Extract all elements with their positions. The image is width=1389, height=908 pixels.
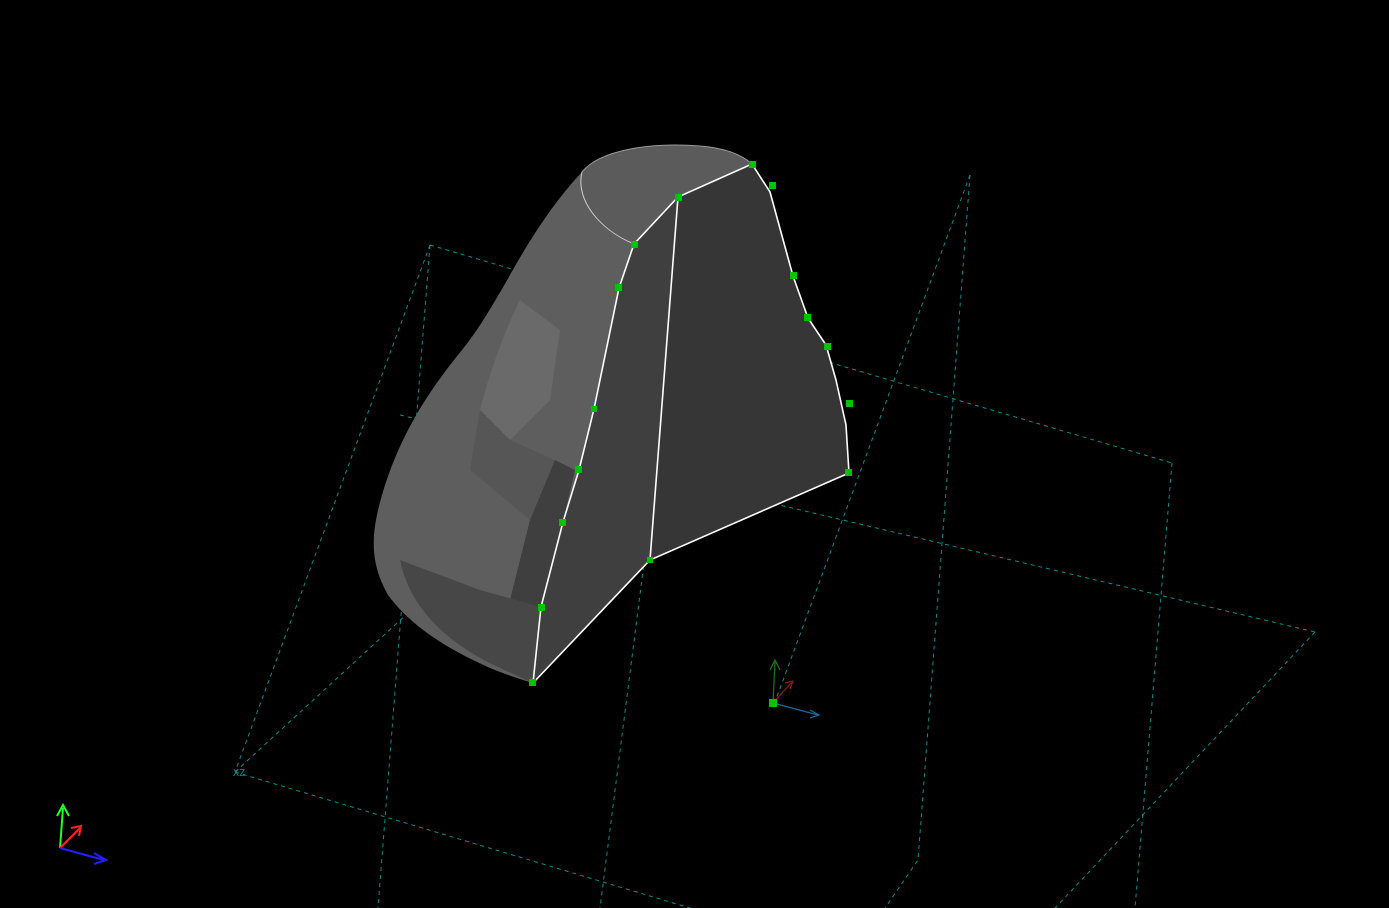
vertex[interactable] [538,604,545,611]
vertex[interactable] [575,466,582,473]
grid-plane-label: XZ [233,768,245,779]
vertex[interactable] [804,314,811,321]
view-axis-triad-icon [56,802,109,865]
vertex[interactable] [615,284,622,291]
3d-viewport[interactable]: XZ [0,0,1389,908]
pivot-gizmo-icon[interactable] [769,658,821,719]
vertex[interactable] [846,400,853,407]
scene-canvas[interactable]: XZ [0,0,1389,908]
vertex[interactable] [769,182,776,189]
vertex[interactable] [647,557,653,563]
vertex[interactable] [529,679,536,686]
vertex[interactable] [559,519,566,526]
vertex[interactable] [845,469,852,476]
vertex[interactable] [790,272,797,279]
right-face [650,164,849,560]
vertex[interactable] [675,194,682,201]
vertex[interactable] [824,343,831,350]
vertex[interactable] [631,241,638,248]
vertex[interactable] [591,406,597,412]
vertex[interactable] [749,161,756,168]
